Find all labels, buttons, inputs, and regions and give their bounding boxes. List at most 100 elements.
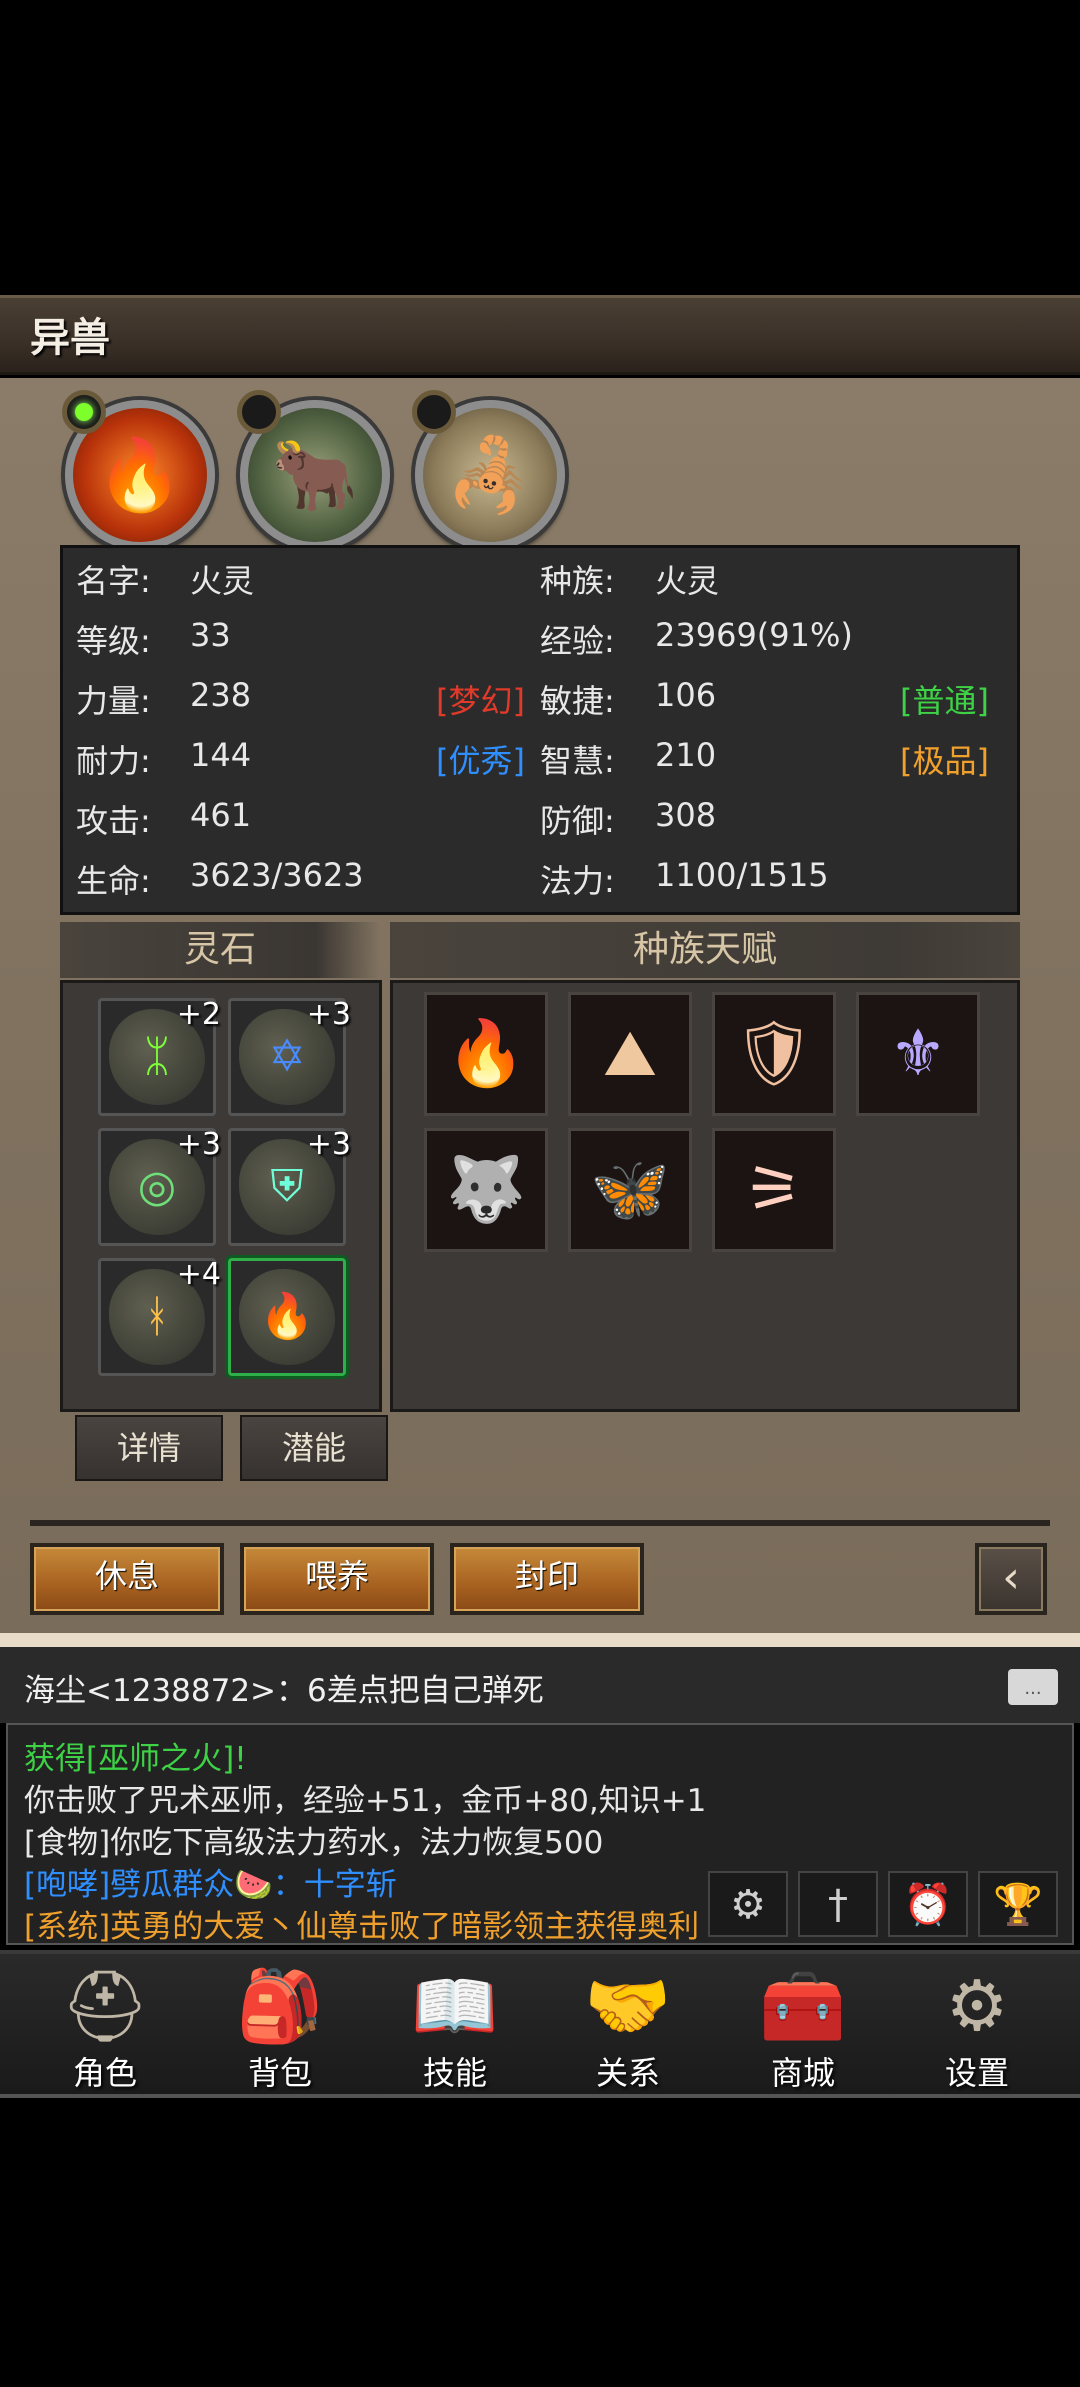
chat-line: [系统]英勇的大爱丶仙尊击败了暗影领主获得奥利: [24, 1909, 700, 1945]
rest-button[interactable]: 休息: [30, 1543, 224, 1615]
nav-label: 角色: [72, 2054, 137, 2092]
wings-talent-icon: ⚜: [889, 1017, 947, 1091]
helmet-icon: ⛑: [60, 1965, 150, 2047]
defense-value: 308: [655, 796, 717, 834]
chat-bubble-icon[interactable]: ...: [1008, 1669, 1058, 1705]
agility-label: 敏捷:: [540, 682, 615, 720]
chat-line: 你击败了咒术巫师，经验+51，金币+80,知识+1: [24, 1783, 707, 1819]
strength-value: 238: [190, 676, 252, 714]
nav-item-settings[interactable]: ⚙ 设置: [912, 1956, 1042, 2096]
chat-latest-bar[interactable]: 海尘<1238872>：6差点把自己弹死 ...: [0, 1647, 1080, 1723]
backpack-icon: 🎒: [236, 1965, 324, 2047]
talent-slot[interactable]: 🔥: [424, 992, 548, 1116]
spirit-stone-slot[interactable]: ᚼ +4: [98, 1257, 221, 1376]
chat-divider-strip: [0, 1633, 1080, 1647]
pet-active-indicator: [62, 390, 106, 434]
handshake-icon: 🤝: [584, 1965, 672, 2047]
skill-book-icon: 📖: [411, 1965, 499, 2047]
strength-quality: [梦幻]: [436, 682, 525, 720]
talent-slot[interactable]: 🦋: [568, 1128, 692, 1252]
fire-stone-icon: 🔥: [259, 1291, 315, 1342]
werewolf-talent-icon: 🐺: [446, 1153, 526, 1227]
endurance-label: 耐力:: [76, 742, 151, 780]
talent-slot[interactable]: ⛰: [568, 992, 692, 1116]
nav-item-character[interactable]: ⛑ 角色: [40, 1956, 170, 2096]
stone-level: +4: [176, 1257, 221, 1292]
exp-label: 经验:: [540, 622, 615, 660]
chat-log[interactable]: 获得[巫师之火]! 你击败了咒术巫师，经验+51，金币+80,知识+1 [食物]…: [6, 1723, 1074, 1945]
fire-shield-talent-icon: 🛡: [733, 1017, 815, 1091]
talent-slot[interactable]: 🐺: [424, 1128, 548, 1252]
spirit-stone-slot[interactable]: ✡ +3: [228, 997, 351, 1116]
agility-value: 106: [655, 676, 717, 714]
crossed-swords-gear-icon[interactable]: ⚙: [708, 1871, 788, 1937]
endurance-quality: [优秀]: [436, 742, 525, 780]
flame-talent-icon: 🔥: [446, 1017, 526, 1091]
feed-button[interactable]: 喂养: [240, 1543, 434, 1615]
back-arrow-icon[interactable]: ‹: [975, 1543, 1047, 1615]
talent-slot[interactable]: ⚞: [712, 1128, 836, 1252]
wisdom-quality: [极品]: [900, 742, 989, 780]
mana-label: 法力:: [540, 862, 615, 900]
title-bar: [0, 295, 1080, 375]
stone-level: +3: [176, 1127, 221, 1162]
race-value: 火灵: [655, 562, 720, 600]
section-divider: [30, 1520, 1050, 1526]
stone-details-button[interactable]: 详情: [75, 1415, 223, 1481]
nav-label: 技能: [422, 2054, 487, 2092]
agility-quality: [普通]: [900, 682, 989, 720]
page-title: 异兽: [30, 315, 110, 361]
talent-slot[interactable]: ⚜: [856, 992, 980, 1116]
wisdom-value: 210: [655, 736, 717, 774]
stone-level: +3: [306, 997, 351, 1032]
pet-inactive-indicator: [412, 390, 456, 434]
seal-button[interactable]: 封印: [450, 1543, 644, 1615]
defense-label: 防御:: [540, 802, 615, 840]
nav-item-shop[interactable]: 🧰 商城: [738, 1956, 868, 2096]
nav-label: 商城: [770, 2054, 835, 2092]
hp-label: 生命:: [76, 862, 151, 900]
chat-line: [食物]你吃下高级法力药水，法力恢复500: [24, 1825, 604, 1861]
attack-value: 461: [190, 796, 252, 834]
spirit-stone-slot[interactable]: ◎ +3: [98, 1127, 221, 1246]
chat-line: [咆哮]劈瓜群众🍉：十字斩: [24, 1867, 397, 1903]
level-value: 33: [190, 616, 231, 654]
nav-item-relations[interactable]: 🤝 关系: [563, 1956, 693, 2096]
settings-gear-icon: ⚙: [945, 1965, 1009, 2047]
stone-level: +3: [306, 1127, 351, 1162]
pet-inactive-indicator: [237, 390, 281, 434]
strength-label: 力量:: [76, 682, 151, 720]
mana-value: 1100/1515: [655, 856, 829, 894]
name-label: 名字:: [76, 562, 151, 600]
stone-potential-button[interactable]: 潜能: [240, 1415, 388, 1481]
attack-label: 攻击:: [76, 802, 151, 840]
trophy-icon[interactable]: 🏆: [978, 1871, 1058, 1937]
talent-slot[interactable]: 🛡: [712, 992, 836, 1116]
chat-latest-message: 海尘<1238872>：6差点把自己弹死: [24, 1673, 544, 1709]
spirit-stone-slot[interactable]: ⛨ +3: [228, 1127, 351, 1246]
spirit-stone-slot[interactable]: 🔥: [228, 1258, 346, 1376]
nav-label: 设置: [944, 2054, 1009, 2092]
stone-level: +2: [176, 997, 221, 1032]
race-talents-title: 种族天赋: [390, 922, 1020, 978]
treasure-chest-icon: 🧰: [759, 1965, 847, 2047]
name-value: 火灵: [190, 562, 255, 600]
race-label: 种族:: [540, 562, 615, 600]
sword-icon[interactable]: †: [798, 1871, 878, 1937]
level-label: 等级:: [76, 622, 151, 660]
spirit-stone-slot[interactable]: ᛯ +2: [98, 997, 221, 1116]
butterfly-talent-icon: 🦋: [590, 1153, 670, 1227]
fangs-talent-icon: ⚞: [745, 1153, 803, 1227]
nav-item-skills[interactable]: 📖 技能: [390, 1956, 520, 2096]
mountain-talent-icon: ⛰: [603, 1017, 657, 1091]
endurance-value: 144: [190, 736, 252, 774]
nav-item-backpack[interactable]: 🎒 背包: [215, 1956, 345, 2096]
nav-label: 关系: [595, 2054, 660, 2092]
alarm-clock-icon[interactable]: ⏰: [888, 1871, 968, 1937]
spirit-stones-title: 灵石: [60, 922, 380, 978]
chat-line: 获得[巫师之火]!: [24, 1741, 247, 1777]
exp-value: 23969(91%): [655, 616, 853, 654]
nav-label: 背包: [247, 2054, 312, 2092]
wisdom-label: 智慧:: [540, 742, 615, 780]
hp-value: 3623/3623: [190, 856, 364, 894]
